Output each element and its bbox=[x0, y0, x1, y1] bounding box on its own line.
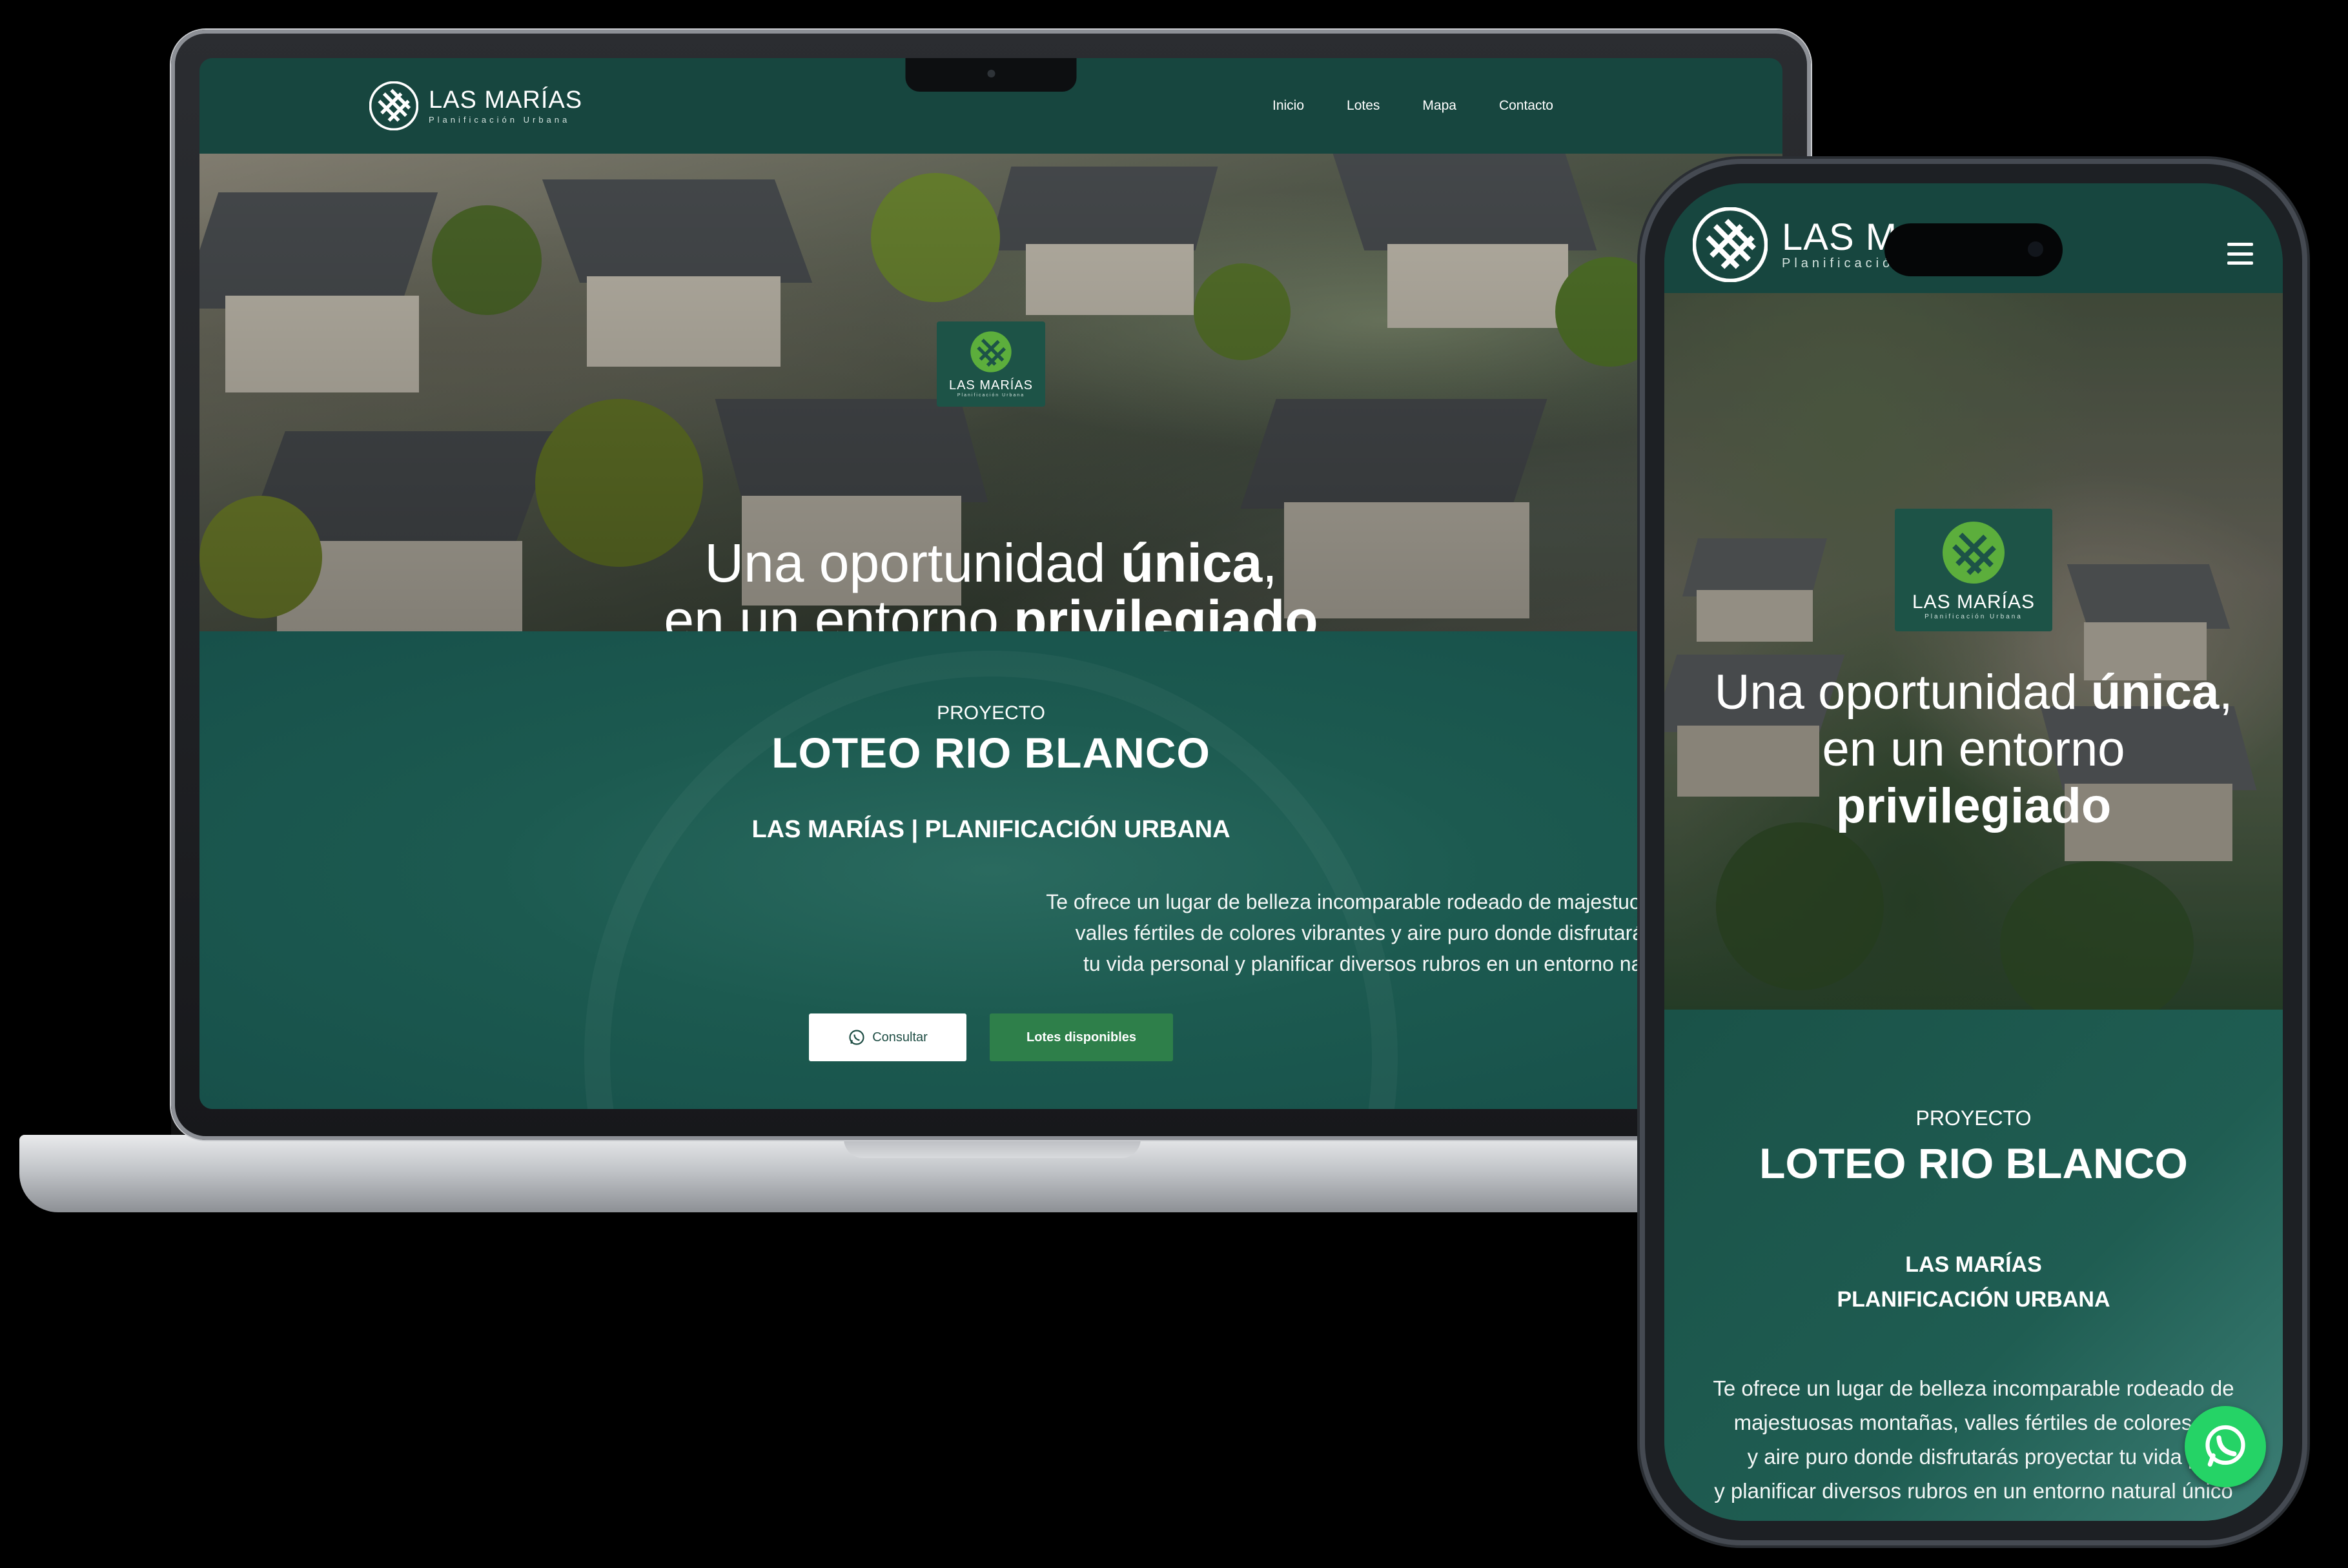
woven-x-logo-icon bbox=[369, 81, 418, 130]
project-title: LOTEO RIO BLANCO bbox=[771, 729, 1210, 777]
hero-headline: Una oportunidad única, en un entorno pri… bbox=[664, 533, 1318, 631]
hero-logo-badge: LAS MARÍAS Planificación Urbana bbox=[1895, 509, 2052, 631]
project-description: Te ofrece un lugar de belleza incomparab… bbox=[1713, 1376, 2234, 1503]
project-subtitle: LAS MARÍAS | PLANIFICACIÓN URBANA bbox=[751, 816, 1230, 843]
laptop-camera-notch bbox=[905, 58, 1077, 92]
nav-link-mapa[interactable]: Mapa bbox=[1422, 98, 1456, 114]
laptop-screen: LAS MARÍAS Planificación Urbana Inicio L… bbox=[199, 58, 1782, 1109]
available-lots-button[interactable]: Lotes disponibles bbox=[990, 1013, 1173, 1061]
mobile-project-section: PROYECTO LOTEO RIO BLANCO LAS MARÍAS PLA… bbox=[1664, 1010, 2283, 1521]
woven-x-logo-icon bbox=[1693, 207, 1768, 282]
hero-headline: Una oportunidad única, en un entorno pri… bbox=[1714, 665, 2233, 833]
nav-link-lotes[interactable]: Lotes bbox=[1347, 98, 1380, 114]
phone-screen: LAS M Planificación Urbana LAS MARÍAS Pl… bbox=[1664, 183, 2283, 1521]
project-title: LOTEO RIO BLANCO bbox=[1759, 1139, 2188, 1187]
hamburger-menu-icon[interactable] bbox=[2227, 243, 2253, 265]
whatsapp-floating-button[interactable] bbox=[2185, 1406, 2266, 1487]
cta-buttons: Consultar Lotes disponibles bbox=[199, 1013, 1782, 1061]
phone-device: LAS M Planificación Urbana LAS MARÍAS Pl… bbox=[1645, 164, 2302, 1540]
nav-link-inicio[interactable]: Inicio bbox=[1272, 98, 1304, 114]
mobile-hero: LAS MARÍAS Planificación Urbana Una opor… bbox=[1664, 293, 2283, 1010]
desktop-project-section: PROYECTO LOTEO RIO BLANCO LAS MARÍAS | P… bbox=[199, 631, 1782, 1109]
desktop-menu: Inicio Lotes Mapa Contacto bbox=[1272, 58, 1553, 154]
project-kicker: PROYECTO bbox=[937, 702, 1045, 724]
badge-brand-tagline: Planificación Urbana bbox=[1924, 613, 2023, 620]
laptop-device: LAS MARÍAS Planificación Urbana Inicio L… bbox=[171, 30, 1811, 1140]
woven-x-logo-icon bbox=[970, 331, 1012, 372]
phone-dynamic-island bbox=[1884, 223, 2063, 276]
consult-button[interactable]: Consultar bbox=[809, 1013, 966, 1061]
badge-brand-tagline: Planificación Urbana bbox=[957, 393, 1025, 398]
badge-brand-name: LAS MARÍAS bbox=[1912, 591, 2036, 613]
brand-tagline: Planificación Urbana bbox=[429, 114, 571, 125]
hero-overlay bbox=[1664, 293, 2283, 1010]
desktop-hero: LAS MARÍAS Planificación Urbana Una opor… bbox=[199, 154, 1782, 631]
nav-link-contacto[interactable]: Contacto bbox=[1499, 98, 1553, 114]
desktop-brand-logo[interactable]: LAS MARÍAS Planificación Urbana bbox=[369, 81, 582, 130]
project-kicker: PROYECTO bbox=[1915, 1106, 2032, 1130]
badge-brand-name: LAS MARÍAS bbox=[948, 378, 1034, 392]
project-subtitle: LAS MARÍAS PLANIFICACIÓN URBANA bbox=[1837, 1252, 2110, 1312]
brand-name: LAS MARÍAS bbox=[429, 86, 583, 114]
whatsapp-icon bbox=[849, 1030, 864, 1045]
woven-x-logo-icon bbox=[1943, 521, 2005, 584]
whatsapp-icon bbox=[2205, 1425, 2245, 1467]
hero-logo-badge: LAS MARÍAS Planificación Urbana bbox=[937, 321, 1045, 407]
